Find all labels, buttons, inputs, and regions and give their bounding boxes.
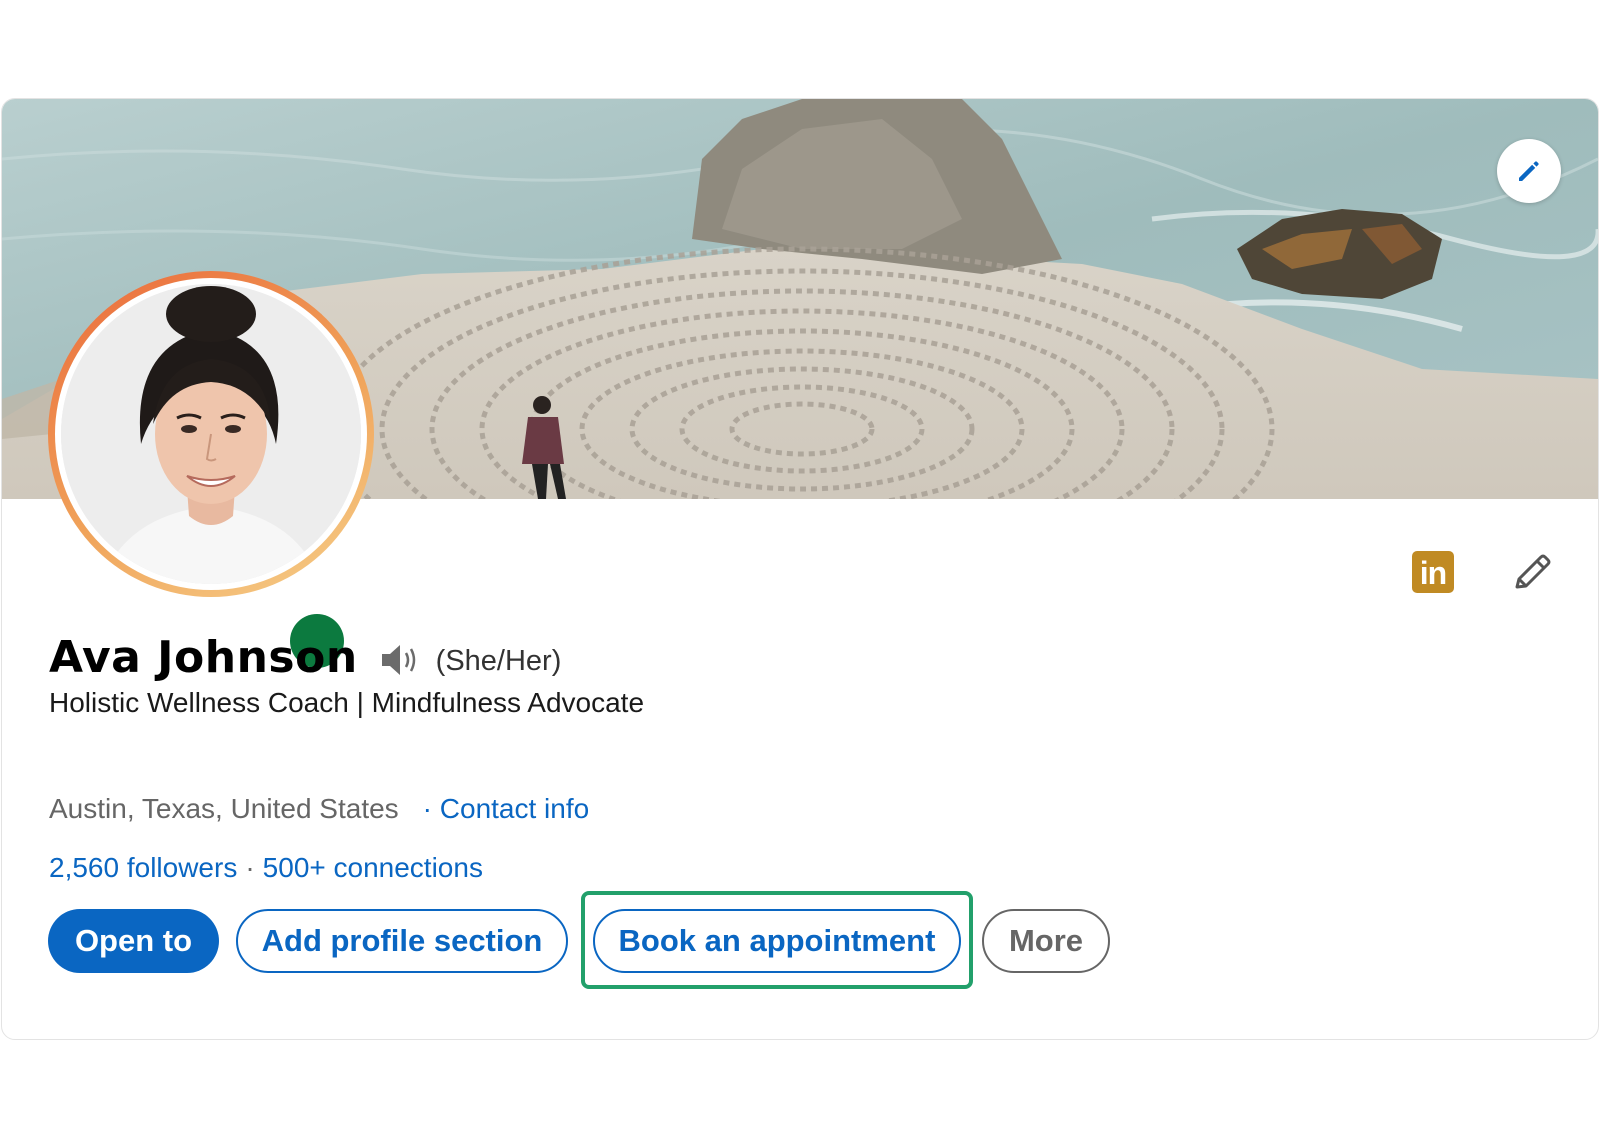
profile-card: in Ava Johnson (She/Her) Holistic Wellne… (1, 98, 1599, 1040)
edit-intro-button[interactable] (1504, 545, 1560, 601)
profile-name: Ava Johnson (49, 631, 358, 683)
avatar-frame (55, 278, 367, 590)
connections-link[interactable]: 500+ connections (263, 852, 483, 884)
followers-link[interactable]: 2,560 followers (49, 852, 237, 884)
linkedin-badge[interactable]: in (1412, 551, 1454, 593)
name-pronunciation-button[interactable] (380, 642, 424, 678)
avatar-image (61, 284, 361, 584)
add-profile-section-button[interactable]: Add profile section (236, 909, 568, 973)
pencil-icon (1519, 161, 1539, 181)
pronouns: (She/Her) (435, 644, 562, 677)
location-row: Austin, Texas, United States · Contact i… (49, 793, 589, 825)
linkedin-icon: in (1419, 555, 1447, 591)
profile-headline: Holistic Wellness Coach | Mindfulness Ad… (49, 687, 645, 718)
more-button[interactable]: More (982, 909, 1110, 973)
separator: · (245, 852, 255, 883)
name-row: Ava Johnson (She/Her) (49, 627, 561, 687)
open-to-button[interactable]: Open to (48, 909, 219, 973)
avatar (61, 284, 361, 584)
pencil-icon (1515, 554, 1551, 589)
speaker-icon (381, 645, 415, 675)
banner-edit-button[interactable] (1497, 139, 1561, 203)
profile-location: Austin, Texas, United States (49, 793, 399, 824)
book-appointment-button[interactable]: Book an appointment (593, 909, 961, 973)
contact-info-link[interactable]: · Contact info (423, 793, 590, 825)
network-counts: 2,560 followers · 500+ connections (49, 852, 483, 884)
profile-photo[interactable] (48, 271, 374, 597)
